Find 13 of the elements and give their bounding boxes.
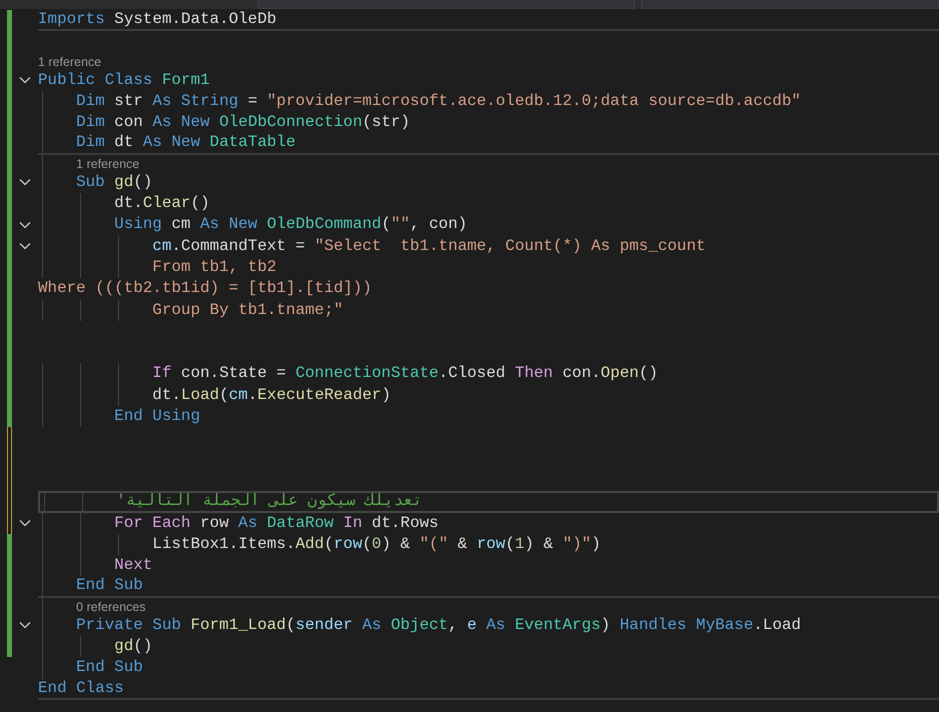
chevron-icon[interactable] [19, 519, 31, 528]
code-line: Imports System.Data.OleDb [38, 10, 939, 32]
code-line: Where (((tb2.tb1id) = [tb1].[tid])) [38, 278, 373, 300]
code-line: Public Class Form1 [38, 70, 211, 91]
chevron-icon[interactable] [19, 242, 31, 250]
code-comment: 'تعديلك سيكون على الجملة التالية [38, 491, 939, 513]
chevron-icon[interactable] [19, 621, 31, 630]
chevron-icon[interactable] [19, 221, 31, 230]
reference-count[interactable]: 0 references [38, 598, 939, 615]
reference-count[interactable]: 1 reference [38, 52, 939, 70]
chevron-icon[interactable] [19, 178, 31, 186]
chevron-icon[interactable] [19, 76, 31, 84]
code-line: End Class [38, 678, 939, 700]
